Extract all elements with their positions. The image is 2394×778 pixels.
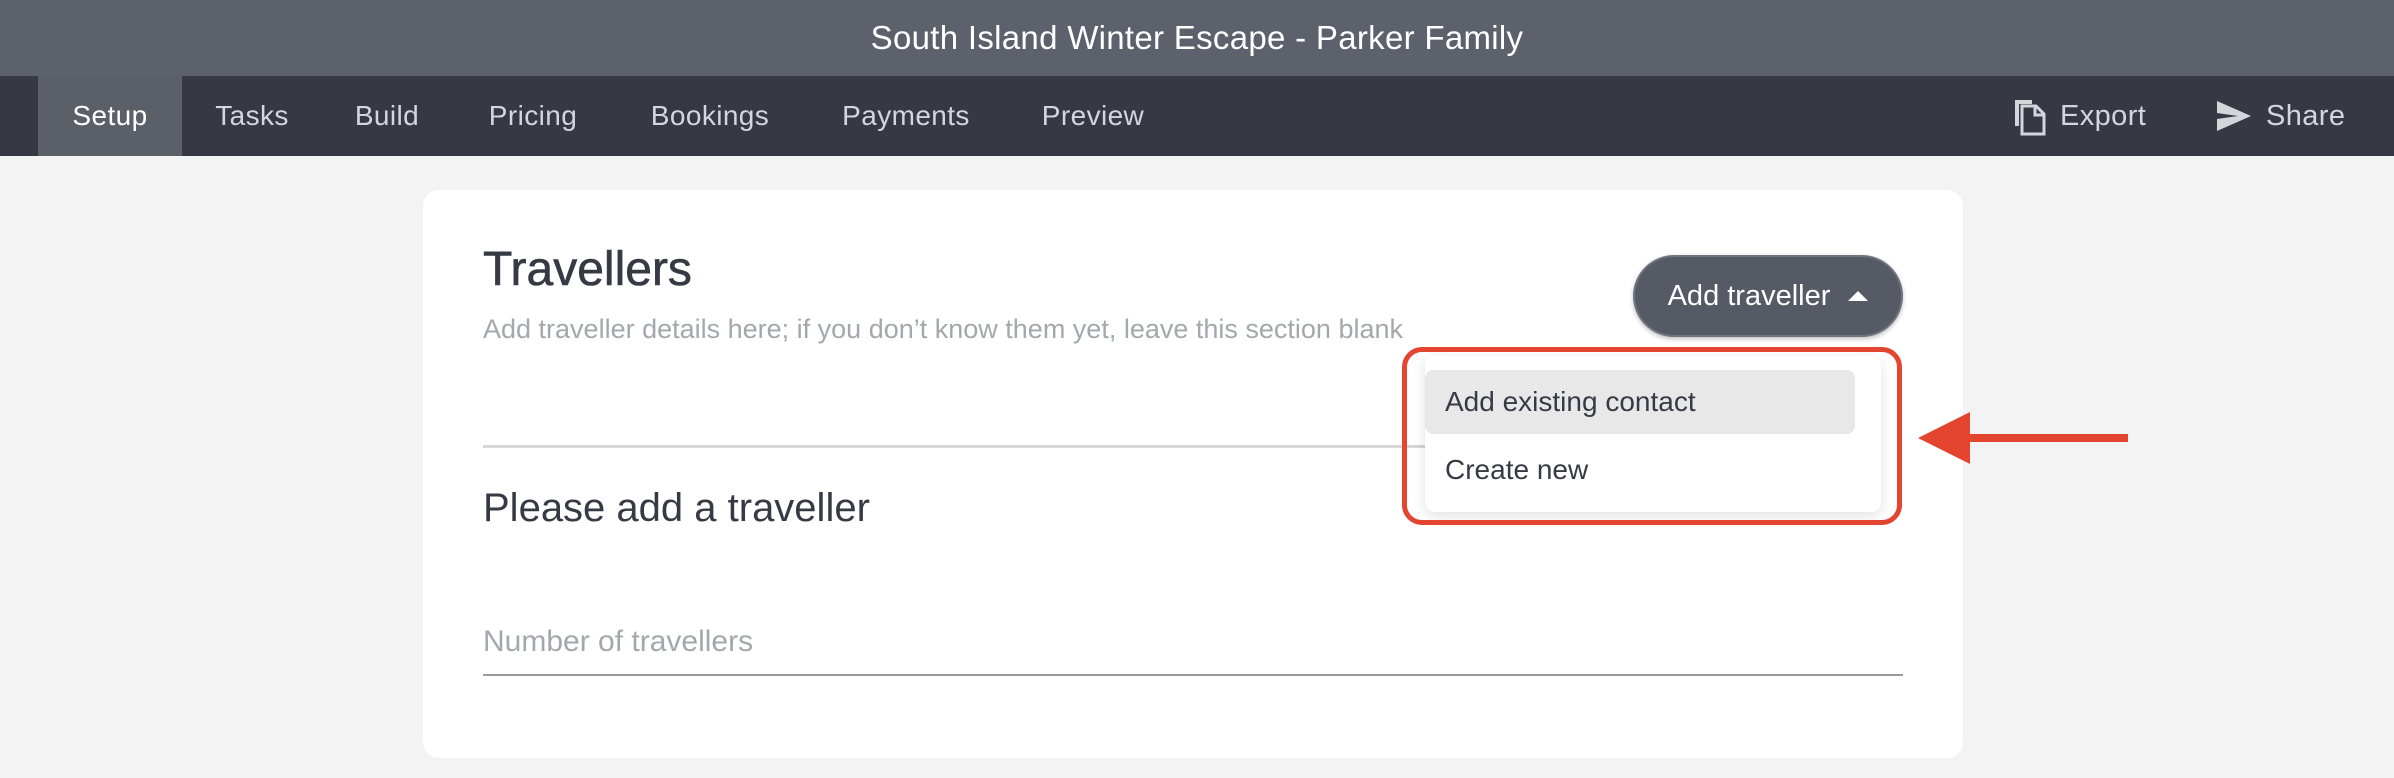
tab-setup[interactable]: Setup (38, 76, 182, 156)
tab-payments-label: Payments (842, 100, 970, 131)
copy-icon (2015, 100, 2046, 136)
annotation-arrow-icon (1918, 412, 2128, 464)
export-label: Export (2060, 99, 2147, 132)
window-title: South Island Winter Escape - Parker Fami… (870, 19, 1524, 56)
export-button[interactable]: Export (2012, 76, 2146, 156)
tab-bookings-label: Bookings (650, 100, 770, 131)
tab-pricing[interactable]: Pricing (452, 76, 614, 156)
tab-payments[interactable]: Payments (806, 76, 1006, 156)
send-icon (2217, 101, 2251, 131)
add-existing-contact-label: Add existing contact (1445, 386, 1696, 417)
tab-bookings[interactable]: Bookings (614, 76, 806, 156)
empty-state-message: Please add a traveller (483, 486, 870, 530)
travellers-subtitle: Add traveller details here; if you don’t… (483, 314, 1403, 344)
tab-pricing-label: Pricing (488, 100, 578, 131)
tab-tasks[interactable]: Tasks (182, 76, 322, 156)
tab-build[interactable]: Build (322, 76, 452, 156)
tab-preview-label: Preview (1041, 100, 1145, 131)
number-of-travellers-input[interactable] (483, 610, 1903, 676)
tab-setup-label: Setup (72, 100, 148, 131)
share-label: Share (2266, 99, 2346, 132)
tab-preview[interactable]: Preview (1006, 76, 1180, 156)
add-traveller-button[interactable]: Add traveller (1633, 255, 1903, 337)
travellers-title: Travellers (483, 243, 693, 297)
create-new-label: Create new (1445, 454, 1589, 485)
add-traveller-label: Add traveller (1667, 279, 1831, 312)
add-traveller-dropdown: Add existing contact Create new (1425, 356, 1881, 512)
section-divider (483, 445, 1443, 448)
window-title-bar: South Island Winter Escape - Parker Fami… (0, 0, 2394, 76)
top-nav-bar: Setup Tasks Build Pricing Bookings Payme… (0, 76, 2394, 156)
tab-build-label: Build (354, 100, 420, 131)
tab-tasks-label: Tasks (215, 100, 289, 131)
add-existing-contact-option[interactable]: Add existing contact (1425, 370, 1855, 434)
caret-up-icon (1848, 291, 1869, 301)
share-button[interactable]: Share (2216, 76, 2345, 156)
create-new-option[interactable]: Create new (1425, 438, 1855, 502)
